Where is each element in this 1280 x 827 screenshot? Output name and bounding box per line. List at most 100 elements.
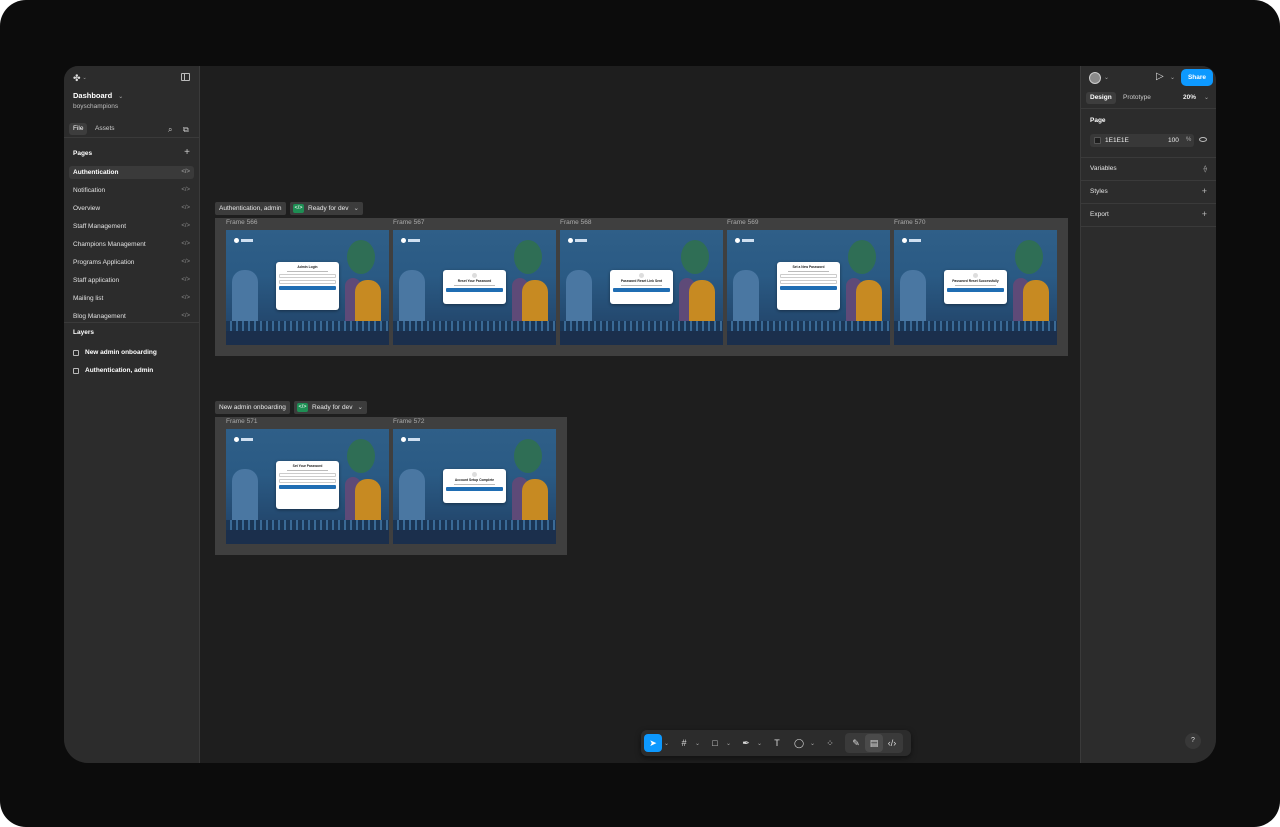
frame-title[interactable]: Frame 571 — [226, 418, 257, 425]
main-menu-button[interactable]: ✤ ⌄ — [73, 72, 87, 84]
comment-tool-icon[interactable]: ◯ — [790, 734, 808, 752]
photo-background — [727, 331, 890, 345]
page-fill-field[interactable]: 1E1E1E 100 % — [1090, 134, 1194, 147]
search-icon[interactable]: ⌕ — [168, 125, 172, 135]
zoom-level[interactable]: 20% — [1183, 94, 1196, 101]
pen-tool-icon[interactable]: ✒ — [737, 734, 755, 752]
frame-title[interactable]: Frame 570 — [894, 219, 925, 226]
brand-name — [575, 239, 587, 242]
frame-thumbnail[interactable]: Account Setup Complete — [393, 429, 556, 544]
draw-mode-icon[interactable]: ✎ — [847, 734, 865, 752]
dev-mode-icon[interactable]: ‹/› — [883, 734, 901, 752]
code-icon: </> — [297, 403, 308, 412]
avatar[interactable] — [1089, 72, 1101, 84]
fill-opacity[interactable]: 100 — [1168, 134, 1179, 147]
photo-background — [514, 240, 542, 274]
add-export-icon[interactable]: + — [1202, 210, 1207, 219]
layer-item[interactable]: New admin onboarding — [73, 349, 157, 356]
chevron-down-icon[interactable]: ⌄ — [755, 740, 764, 747]
chevron-down-icon[interactable]: ⌄ — [724, 740, 733, 747]
frame-thumbnail[interactable]: Set Your Password — [226, 429, 389, 544]
tab-design[interactable]: Design — [1086, 92, 1116, 104]
frame-tool-icon[interactable]: # — [675, 734, 693, 752]
code-icon[interactable]: </> — [181, 238, 190, 251]
frame-title[interactable]: Frame 567 — [393, 219, 424, 226]
code-icon[interactable]: </> — [181, 184, 190, 197]
chevron-down-icon[interactable]: ⌄ — [662, 740, 671, 747]
tab-assets[interactable]: Assets — [91, 123, 119, 135]
frame-title[interactable]: Frame 569 — [727, 219, 758, 226]
canvas[interactable]: Authentication, admin </> Ready for dev ⌄ … — [200, 66, 1080, 763]
styles-row[interactable]: Styles — [1090, 188, 1108, 195]
code-icon[interactable]: </> — [181, 166, 190, 179]
tab-file[interactable]: File — [69, 123, 88, 135]
tab-prototype[interactable]: Prototype — [1119, 92, 1155, 104]
page-item[interactable]: Staff application </> — [69, 274, 194, 287]
card-button — [947, 288, 1004, 292]
frame-thumbnail[interactable]: Reset Your Password — [393, 230, 556, 345]
left-tabs: File Assets ⌕ ⧉ — [64, 122, 199, 138]
page-item[interactable]: Overview </> — [69, 202, 194, 215]
section-label[interactable]: New admin onboarding — [215, 401, 290, 414]
chevron-down-icon[interactable]: ⌄ — [1204, 94, 1209, 101]
code-icon[interactable]: </> — [181, 256, 190, 269]
layer-item[interactable]: Authentication, admin — [73, 367, 153, 374]
export-row[interactable]: Export — [1090, 211, 1109, 218]
photo-background — [900, 270, 926, 325]
code-icon[interactable]: </> — [181, 220, 190, 233]
toggle-sidebar-icon[interactable] — [181, 73, 190, 81]
brand-logo-icon — [234, 437, 239, 442]
layer-label: New admin onboarding — [85, 349, 157, 356]
page-item[interactable]: Staff Management </> — [69, 220, 194, 233]
chevron-down-icon[interactable]: ⌄ — [693, 740, 702, 747]
variables-icon[interactable]: ⟠ — [1204, 165, 1207, 174]
code-icon[interactable]: </> — [181, 202, 190, 215]
chevron-down-icon[interactable]: ⌄ — [1104, 74, 1109, 81]
code-icon[interactable]: </> — [181, 274, 190, 287]
code-icon[interactable]: </> — [181, 292, 190, 305]
share-button[interactable]: Share — [1181, 69, 1213, 86]
ready-for-dev-badge[interactable]: </> Ready for dev ⌄ — [294, 401, 367, 414]
modal-card: Admin Login — [276, 262, 339, 310]
frame-thumbnail[interactable]: Password Reset Successfully — [894, 230, 1057, 345]
frame-title[interactable]: Frame 566 — [226, 219, 257, 226]
frame-thumbnail[interactable]: Password Reset Link Sent — [560, 230, 723, 345]
page-item[interactable]: Programs Application </> — [69, 256, 194, 269]
page-item[interactable]: Authentication </> — [69, 166, 194, 179]
section-label[interactable]: Authentication, admin — [215, 202, 286, 215]
color-swatch[interactable] — [1094, 137, 1101, 144]
design-mode-icon[interactable]: ▤ — [865, 734, 883, 752]
page-item[interactable]: Champions Management </> — [69, 238, 194, 251]
frame-thumbnail[interactable]: Admin Login — [226, 230, 389, 345]
frame-thumbnail[interactable]: Set a New Password — [727, 230, 890, 345]
library-icon[interactable]: ⧉ — [183, 125, 189, 135]
brand-name — [742, 239, 754, 242]
chevron-down-icon[interactable]: ⌄ — [1170, 74, 1175, 81]
actions-icon[interactable]: ⁘ — [821, 734, 839, 752]
help-button[interactable]: ? — [1185, 733, 1201, 749]
modal-card: Set a New Password — [777, 262, 840, 310]
right-panel: ⌄ ▷ ⌄ Share Design Prototype 20% ⌄ Page … — [1080, 66, 1216, 763]
add-style-icon[interactable]: + — [1202, 187, 1207, 196]
visibility-eye-icon[interactable] — [1199, 137, 1207, 142]
frame-title[interactable]: Frame 568 — [560, 219, 591, 226]
rectangle-tool-icon[interactable]: □ — [706, 734, 724, 752]
chevron-down-icon[interactable]: ⌄ — [808, 740, 817, 747]
page-item[interactable]: Notification </> — [69, 184, 194, 197]
text-tool-icon[interactable]: T — [768, 734, 786, 752]
modal-card: Password Reset Successfully — [944, 270, 1007, 304]
fill-hex[interactable]: 1E1E1E — [1105, 134, 1129, 147]
page-item[interactable]: Mailing list </> — [69, 292, 194, 305]
card-field — [780, 274, 837, 278]
photo-background — [347, 439, 375, 473]
add-page-icon[interactable]: + — [184, 148, 190, 158]
project-name[interactable]: Dashboard ⌄ — [73, 91, 123, 100]
move-tool-icon[interactable]: ➤ — [644, 734, 662, 752]
page-label: Blog Management — [73, 313, 126, 320]
variables-row[interactable]: Variables — [1090, 165, 1117, 172]
photo-background — [894, 321, 1057, 331]
ready-for-dev-badge[interactable]: </> Ready for dev ⌄ — [290, 202, 363, 215]
present-icon[interactable]: ▷ — [1156, 71, 1164, 82]
card-field — [279, 274, 336, 278]
frame-title[interactable]: Frame 572 — [393, 418, 424, 425]
